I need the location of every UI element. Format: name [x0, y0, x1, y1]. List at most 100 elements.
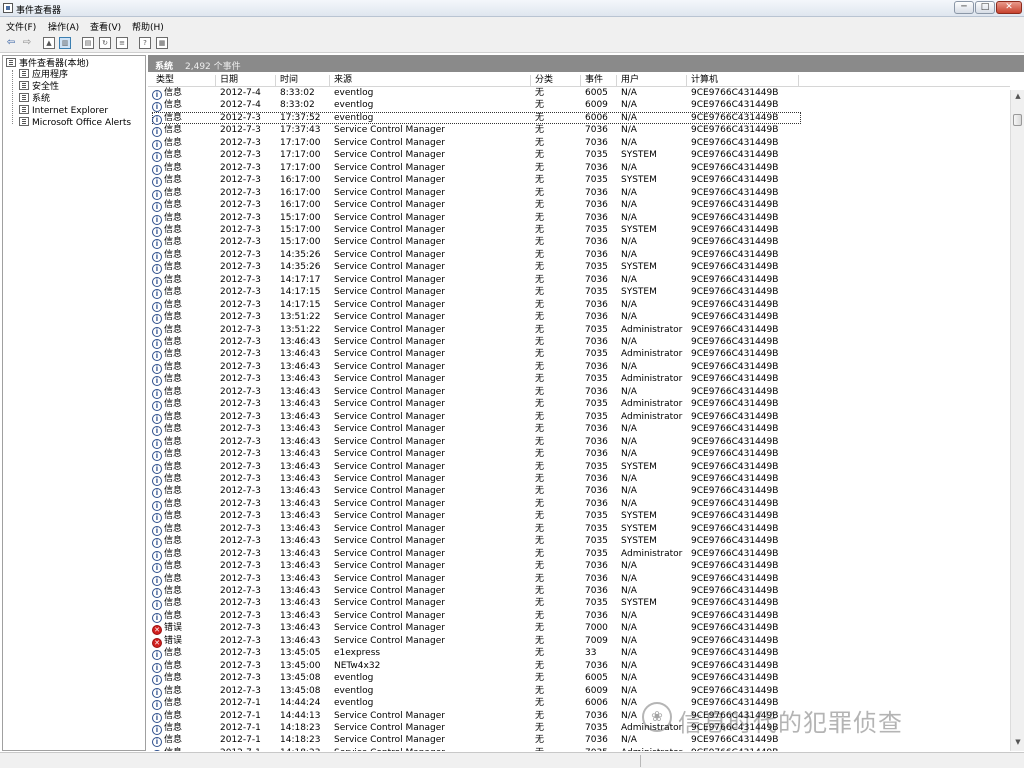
tree-item-office-alerts[interactable]: Microsoft Office Alerts — [19, 117, 131, 129]
table-row[interactable]: i 信息 2012-7-3 13:46:43 Service Control Manag… — [148, 386, 1010, 399]
menu-action[interactable]: 操作(A) — [48, 20, 79, 33]
table-row[interactable]: i 信息 2012-7-3 17:37:52 eventlog 无 6006 N/A 9CE97… — [148, 111, 1010, 125]
refresh-icon[interactable]: ↻ — [99, 37, 111, 49]
table-row[interactable]: i 信息 2012-7-3 14:17:15 Service Control Manag… — [148, 299, 1010, 312]
table-row[interactable]: i 信息 2012-7-3 16:17:00 Service Control Manag… — [148, 174, 1010, 188]
console-tree-icon[interactable]: ▦ — [156, 37, 168, 49]
back-arrow-icon[interactable]: ⇦ — [5, 37, 17, 49]
tree-item-internet-explorer[interactable]: Internet Explorer — [19, 105, 108, 117]
table-row[interactable]: i 信息 2012-7-3 13:46:43 Service Control Manag… — [148, 373, 1010, 387]
table-row[interactable]: i 信息 2012-7-3 17:37:43 Service Control Manag… — [148, 124, 1010, 138]
table-row[interactable]: ✕ 错误 2012-7-3 13:46:43 Service Control Manag… — [148, 635, 1010, 648]
table-row[interactable]: i 信息 2012-7-3 13:46:43 Service Control Manag… — [148, 523, 1010, 536]
table-row[interactable]: i 信息 2012-7-3 13:46:43 Service Control Manag… — [148, 573, 1010, 586]
cell-computer: 9CE9766C431449B — [691, 224, 779, 235]
table-row[interactable]: i 信息 2012-7-3 13:46:43 Service Control Manag… — [148, 560, 1010, 574]
column-category[interactable]: 分类 — [531, 75, 581, 87]
help-icon[interactable]: ? — [139, 37, 151, 49]
table-row[interactable]: i 信息 2012-7-3 13:45:00 NETw4x32 无 7036 N/A 9CE97… — [148, 660, 1010, 673]
table-row[interactable]: i 信息 2012-7-3 13:46:43 Service Control Manag… — [148, 411, 1010, 424]
table-row[interactable]: i 信息 2012-7-3 15:17:00 Service Control Manag… — [148, 212, 1010, 225]
column-source[interactable]: 来源 — [330, 75, 531, 87]
menu-help[interactable]: 帮助(H) — [132, 20, 164, 33]
table-row[interactable]: i 信息 2012-7-3 13:46:43 Service Control Manag… — [148, 348, 1010, 362]
cell-category: 无 — [535, 673, 545, 684]
cell-source: Service Control Manager — [334, 175, 445, 186]
scroll-thumb[interactable] — [1013, 114, 1022, 126]
table-row[interactable]: i 信息 2012-7-3 13:46:43 Service Control Manag… — [148, 510, 1010, 524]
table-row[interactable]: i 信息 2012-7-3 15:17:00 Service Control Manag… — [148, 224, 1010, 237]
table-row[interactable]: i 信息 2012-7-3 13:46:43 Service Control Manag… — [148, 423, 1010, 437]
cell-type-label: 信息 — [164, 162, 183, 173]
table-row[interactable]: i 信息 2012-7-4 8:33:02 eventlog 无 6009 N/A 9CE976… — [148, 99, 1010, 113]
table-row[interactable]: i 信息 2012-7-3 15:17:00 Service Control Manag… — [148, 236, 1010, 250]
cell-event: 7036 — [585, 498, 608, 509]
table-row[interactable]: i 信息 2012-7-3 14:17:15 Service Control Manag… — [148, 286, 1010, 300]
table-row[interactable]: i 信息 2012-7-3 14:35:26 Service Control Manag… — [148, 261, 1010, 275]
table-row[interactable]: i 信息 2012-7-3 13:46:43 Service Control Manag… — [148, 485, 1010, 499]
table-row[interactable]: i 信息 2012-7-3 17:17:00 Service Control Manag… — [148, 137, 1010, 150]
scroll-up-icon[interactable]: ▲ — [1013, 92, 1023, 102]
cell-type-label: 信息 — [164, 88, 183, 98]
table-row[interactable]: i 信息 2012-7-3 16:17:00 Service Control Manag… — [148, 199, 1010, 213]
table-row[interactable]: i 信息 2012-7-3 14:17:17 Service Control Manag… — [148, 274, 1010, 287]
tree-item-application[interactable]: 应用程序 — [19, 69, 68, 81]
table-row[interactable]: i 信息 2012-7-3 13:46:43 Service Control Manag… — [148, 336, 1010, 349]
table-row[interactable]: i 信息 2012-7-3 13:46:43 Service Control Manag… — [148, 597, 1010, 611]
table-row[interactable]: i 信息 2012-7-3 13:46:43 Service Control Manag… — [148, 436, 1010, 449]
table-row[interactable]: i 信息 2012-7-3 16:17:00 Service Control Manag… — [148, 187, 1010, 200]
table-row[interactable]: i 信息 2012-7-3 13:46:43 Service Control Manag… — [148, 498, 1010, 511]
cell-date: 2012-7-1 — [220, 698, 261, 709]
table-row[interactable]: i 信息 2012-7-3 13:45:08 eventlog 无 6009 N/A 9CE97… — [148, 685, 1010, 698]
info-icon: i — [152, 749, 162, 751]
table-row[interactable]: i 信息 2012-7-3 17:17:00 Service Control Manag… — [148, 149, 1010, 163]
cell-time: 13:46:43 — [280, 498, 321, 509]
table-row[interactable]: i 信息 2012-7-3 13:46:43 Service Control Manag… — [148, 585, 1010, 598]
column-date[interactable]: 日期 — [216, 75, 276, 87]
scroll-down-icon[interactable]: ▼ — [1013, 738, 1023, 748]
show-hide-tree-icon[interactable]: ▥ — [59, 37, 71, 49]
table-row[interactable]: i 信息 2012-7-3 13:46:43 Service Control Manag… — [148, 610, 1010, 623]
forward-arrow-icon[interactable]: ⇨ — [21, 37, 33, 49]
column-event[interactable]: 事件 — [581, 75, 617, 87]
table-row[interactable]: i 信息 2012-7-3 17:17:00 Service Control Manag… — [148, 162, 1010, 175]
properties-icon[interactable]: ▤ — [82, 37, 94, 49]
table-row[interactable]: i 信息 2012-7-3 13:46:43 Service Control Manag… — [148, 473, 1010, 486]
table-row[interactable]: i 信息 2012-7-3 13:46:43 Service Control Manag… — [148, 398, 1010, 412]
cell-time: 13:46:43 — [280, 486, 321, 497]
column-time[interactable]: 时间 — [276, 75, 330, 87]
cell-source: Service Control Manager — [334, 212, 445, 223]
tree-item-system[interactable]: 系统 — [19, 93, 50, 105]
tree-item-security[interactable]: 安全性 — [19, 81, 59, 93]
table-row[interactable]: ✕ 错误 2012-7-3 13:46:43 Service Control Manag… — [148, 622, 1010, 636]
cell-category: 无 — [535, 473, 545, 484]
table-row[interactable]: i 信息 2012-7-4 8:33:02 eventlog 无 6005 N/A 9CE976… — [148, 87, 1010, 100]
up-folder-icon[interactable]: ▲ — [43, 37, 55, 49]
cell-date: 2012-7-3 — [220, 473, 261, 484]
table-row[interactable]: i 信息 2012-7-3 14:35:26 Service Control Manag… — [148, 249, 1010, 262]
column-computer[interactable]: 计算机 — [687, 75, 799, 87]
table-row[interactable]: i 信息 2012-7-3 13:51:22 Service Control Manag… — [148, 324, 1010, 337]
table-row[interactable]: i 信息 2012-7-3 13:46:43 Service Control Manag… — [148, 548, 1010, 561]
minimize-button[interactable]: ─ — [954, 1, 974, 14]
table-row[interactable]: i 信息 2012-7-3 13:51:22 Service Control Manag… — [148, 311, 1010, 325]
export-list-icon[interactable]: ≡ — [116, 37, 128, 49]
table-row[interactable]: i 信息 2012-7-3 13:46:43 Service Control Manag… — [148, 535, 1010, 549]
close-button[interactable]: ✕ — [996, 1, 1022, 14]
table-row[interactable]: i信息 2012-7-1 14:18:23 Service Control Manag… — [148, 747, 1010, 751]
cell-time: 14:44:24 — [280, 698, 321, 709]
vertical-scrollbar[interactable]: ▲ ▼ — [1010, 90, 1024, 751]
column-user[interactable]: 用户 — [617, 75, 687, 87]
table-row[interactable]: i 信息 2012-7-3 13:46:43 Service Control Manag… — [148, 448, 1010, 462]
cell-type: i信息 — [152, 685, 182, 698]
menu-file[interactable]: 文件(F) — [6, 20, 36, 33]
table-row[interactable]: i 信息 2012-7-3 13:46:43 Service Control Manag… — [148, 461, 1010, 474]
table-row[interactable]: i 信息 2012-7-3 13:45:08 eventlog 无 6005 N/A 9CE97… — [148, 672, 1010, 686]
column-type[interactable]: 类型 — [152, 75, 216, 87]
maximize-button[interactable]: □ — [975, 1, 995, 14]
table-row[interactable]: i 信息 2012-7-3 13:45:05 e1express 无 33 N/A 9CE976… — [148, 647, 1010, 661]
cell-computer: 9CE9766C431449B — [691, 573, 779, 584]
table-row[interactable]: i 信息 2012-7-3 13:46:43 Service Control Manag… — [148, 361, 1010, 374]
cell-category: 无 — [535, 187, 545, 198]
menu-view[interactable]: 查看(V) — [90, 20, 121, 33]
